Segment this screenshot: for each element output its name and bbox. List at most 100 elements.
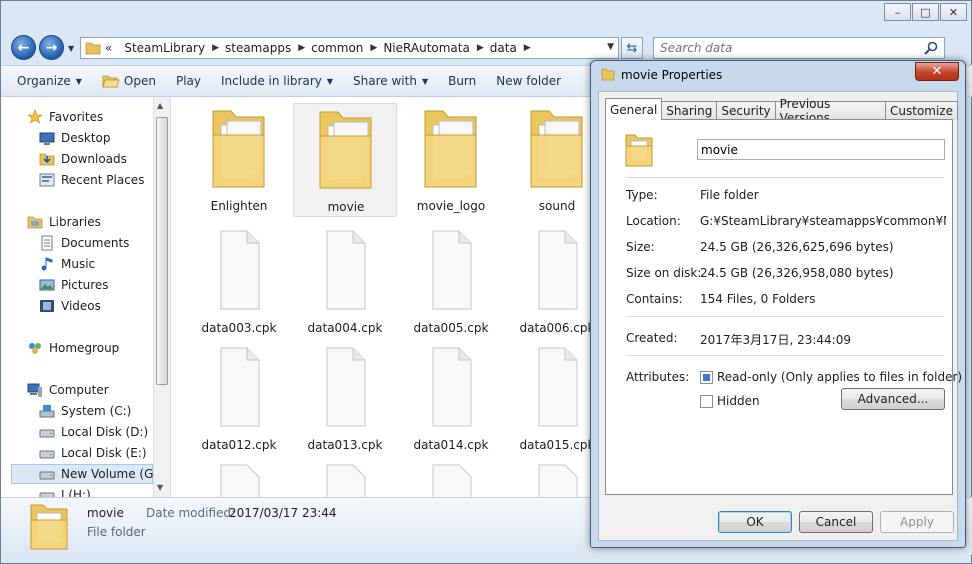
play-button[interactable]: Play: [176, 74, 201, 88]
scroll-down-icon[interactable]: ▼: [157, 483, 163, 492]
include-in-library-button[interactable]: Include in library ▼: [221, 74, 333, 88]
cancel-button[interactable]: Cancel: [799, 511, 873, 533]
advanced-button[interactable]: Advanced...: [841, 388, 945, 410]
breadcrumb-common[interactable]: common: [305, 41, 370, 55]
generic-file-icon: [432, 230, 472, 310]
share-with-button[interactable]: Share with ▼: [353, 74, 428, 88]
generic-file-icon: [326, 347, 366, 427]
search-input[interactable]: [660, 41, 910, 55]
tab-previous-versions[interactable]: Previous Versions: [774, 97, 886, 125]
sidebar-item-libraries[interactable]: Libraries: [27, 212, 101, 232]
sidebar-item-pictures[interactable]: Pictures: [39, 275, 109, 295]
maximize-button[interactable]: □: [912, 3, 939, 21]
sidebar-item-music[interactable]: Music: [39, 254, 95, 274]
sidebar-item-computer[interactable]: Computer: [27, 380, 109, 400]
file-item[interactable]: data003.cpk: [187, 225, 291, 339]
ok-button[interactable]: OK: [718, 511, 792, 533]
new-folder-label: New folder: [496, 74, 562, 88]
minimize-button[interactable]: –: [884, 3, 911, 21]
file-name: data012.cpk: [201, 438, 277, 452]
sidebar-item-videos[interactable]: Videos: [39, 296, 101, 316]
tab-security[interactable]: Security: [716, 101, 776, 120]
sidebar-label: Computer: [49, 383, 109, 397]
address-overflow[interactable]: «: [105, 41, 118, 55]
back-arrow-icon: ←: [17, 39, 30, 56]
sidebar-item-documents[interactable]: Documents: [39, 233, 129, 253]
file-item[interactable]: data012.cpk: [187, 342, 291, 456]
address-bar[interactable]: « SteamLibrary ▶ steamapps ▶ common ▶ Ni…: [80, 37, 619, 59]
refresh-button[interactable]: ⇆: [621, 37, 643, 59]
type-label: Type:: [626, 188, 658, 202]
generic-file-icon: [538, 230, 578, 310]
back-button[interactable]: ←: [11, 35, 36, 60]
open-button[interactable]: Open: [102, 74, 156, 88]
sidebar-item-local-disk-d[interactable]: Local Disk (D:): [39, 422, 148, 442]
breadcrumb-separator-icon[interactable]: ▶: [298, 43, 305, 53]
folder-item-enlighten[interactable]: Enlighten: [187, 103, 291, 217]
sidebar-item-downloads[interactable]: Downloads: [39, 149, 127, 169]
sidebar-item-recent-places[interactable]: Recent Places: [39, 170, 144, 190]
address-dropdown-icon[interactable]: ▼: [607, 42, 614, 52]
sidebar-item-favorites[interactable]: Favorites: [27, 107, 103, 127]
breadcrumb-separator-icon[interactable]: ▶: [212, 43, 219, 53]
attributes-label: Attributes:: [626, 370, 690, 384]
breadcrumb-steamlibrary[interactable]: SteamLibrary: [118, 41, 212, 55]
folder-item-movie[interactable]: movie: [293, 103, 397, 217]
sidebar-item-system-c[interactable]: System (C:): [39, 401, 131, 421]
new-folder-button[interactable]: New folder: [496, 74, 561, 88]
organize-label: Organize: [17, 74, 71, 88]
organize-button[interactable]: Organize ▼: [17, 74, 82, 88]
file-item[interactable]: data015.cpk: [505, 342, 603, 456]
folder-item-sound[interactable]: sound: [505, 103, 603, 217]
file-item[interactable]: [187, 459, 291, 497]
scrollbar-thumb[interactable]: [156, 117, 168, 385]
file-item[interactable]: data006.cpk: [505, 225, 603, 339]
file-name: movie_logo: [416, 199, 486, 213]
file-item[interactable]: [399, 459, 503, 497]
breadcrumb-nierautomata[interactable]: NieRAutomata: [377, 41, 477, 55]
breadcrumb-separator-icon[interactable]: ▶: [370, 43, 377, 53]
burn-button[interactable]: Burn: [448, 74, 476, 88]
breadcrumb-separator-icon[interactable]: ▶: [524, 43, 531, 53]
libraries-icon: [27, 216, 43, 229]
folder-icon: [212, 110, 265, 188]
sidebar-scrollbar[interactable]: ▲ ▼: [153, 97, 170, 497]
folder-icon: [85, 42, 101, 55]
size-label: Size:: [626, 240, 655, 254]
file-item[interactable]: [293, 459, 397, 497]
history-dropdown-icon[interactable]: ▼: [68, 44, 78, 54]
file-item[interactable]: [505, 459, 603, 497]
tab-sharing[interactable]: Sharing: [661, 101, 718, 120]
breadcrumb-steamapps[interactable]: steamapps: [219, 41, 298, 55]
search-box[interactable]: [653, 37, 945, 59]
readonly-checkbox[interactable]: Read-only (Only applies to files in fold…: [700, 370, 962, 384]
file-name: data006.cpk: [519, 321, 595, 335]
folder-name-field[interactable]: [697, 139, 945, 160]
tab-general[interactable]: General: [605, 98, 663, 120]
star-icon: [27, 109, 43, 124]
sidebar-item-desktop[interactable]: Desktop: [39, 128, 111, 148]
file-item[interactable]: data014.cpk: [399, 342, 503, 456]
sidebar-item-homegroup[interactable]: Homegroup: [27, 338, 119, 358]
folder-item-movie-logo[interactable]: movie_logo: [399, 103, 503, 217]
forward-button[interactable]: →: [39, 35, 64, 60]
created-value: 2017年3月17日, 23:44:09: [700, 333, 851, 347]
hidden-checkbox[interactable]: Hidden: [700, 394, 760, 408]
tab-customize[interactable]: Customize: [885, 101, 958, 120]
close-dialog-button[interactable]: ✕: [915, 62, 959, 81]
folder-icon: [625, 134, 653, 167]
location-label: Location:: [626, 214, 681, 228]
details-date-value: 2017/03/17 23:44: [229, 506, 337, 520]
breadcrumb-separator-icon[interactable]: ▶: [477, 43, 484, 53]
file-item[interactable]: data005.cpk: [399, 225, 503, 339]
close-window-button[interactable]: ✕: [940, 3, 967, 21]
apply-button[interactable]: Apply: [880, 511, 954, 533]
scroll-up-icon[interactable]: ▲: [157, 101, 163, 110]
sidebar-item-new-volume-g[interactable]: New Volume (G:): [11, 464, 162, 484]
file-item[interactable]: data004.cpk: [293, 225, 397, 339]
file-item[interactable]: data013.cpk: [293, 342, 397, 456]
search-icon[interactable]: [923, 40, 939, 56]
sidebar-item-drive-h[interactable]: I (H:): [39, 485, 91, 497]
breadcrumb-data[interactable]: data: [484, 41, 524, 55]
sidebar-item-local-disk-e[interactable]: Local Disk (E:): [39, 443, 147, 463]
